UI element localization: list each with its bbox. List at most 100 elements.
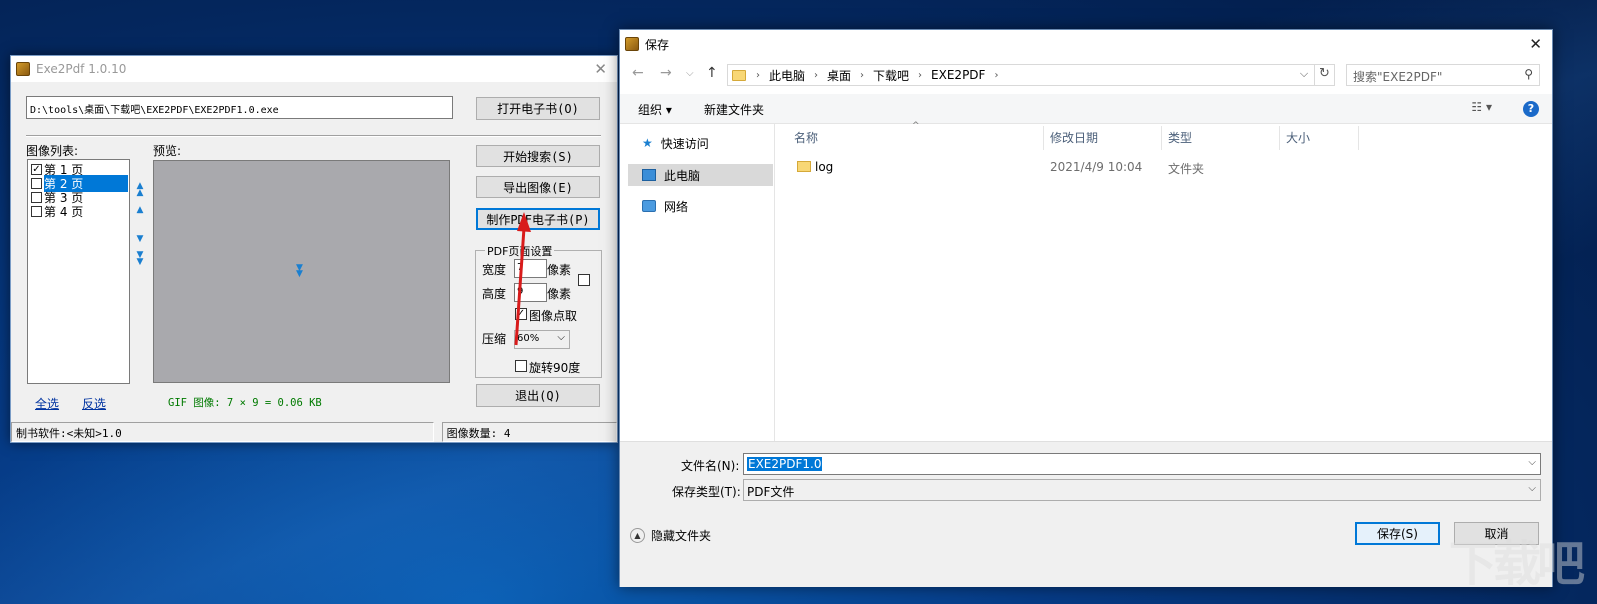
up-icon[interactable]: ↑ [706,65,718,81]
star-icon: ★ [642,136,653,150]
dialog-title: 保存 [645,37,670,52]
page-checkbox[interactable]: ✓ [31,163,42,175]
rotate-label: 旋转90度 [529,361,581,375]
column-header-size[interactable]: 大小 [1286,129,1310,149]
column-separator [1161,126,1162,150]
organize-menu[interactable]: 组织 ▾ [638,101,672,118]
new-folder-button[interactable]: 新建文件夹 [704,101,764,118]
hide-folders-label: 隐藏文件夹 [651,529,712,543]
search-input[interactable]: 搜索"EXE2PDF" ⚲ [1346,64,1540,86]
command-bar: 组织 ▾ 新建文件夹 ☷ ▾ ? [620,94,1552,124]
export-image-button[interactable]: 导出图像(E) [476,176,600,198]
breadcrumb-item[interactable]: 桌面 [827,67,851,84]
breadcrumb-item[interactable]: EXE2PDF [931,68,985,82]
nav-item-quick-access[interactable]: ★ 快速访问 [628,132,773,154]
lock-ratio-checkbox[interactable] [578,274,590,286]
network-icon [642,200,656,212]
move-bottom-icon[interactable]: ▼ ▼ [135,251,145,267]
chevron-up-icon: ▲ [630,528,645,543]
move-top-icon[interactable]: ▲ ▲ [135,182,145,198]
preview-label: 预览: [153,144,182,158]
height-unit: 像素 [547,287,572,301]
recent-chevron-icon[interactable]: ⌵ [686,68,694,79]
forward-icon[interactable]: → [660,65,672,81]
filename-value: EXE2PDF1.0 [747,457,823,471]
width-input[interactable]: 7 [514,259,547,278]
filetype-label: 保存类型(T): [672,485,741,499]
sort-ascending-icon: ^ [912,121,920,131]
app-icon [16,62,30,76]
rotate-checkbox[interactable] [515,360,527,372]
compress-select[interactable]: 60% ⌵ [514,330,570,349]
height-input[interactable]: 9 [514,283,547,302]
nav-item-network[interactable]: 网络 [628,195,773,217]
address-dropdown-icon[interactable]: ⌵ [1294,64,1314,86]
chevron-down-icon: ⌵ [557,332,565,343]
save-dialog-titlebar: 保存 ✕ [620,30,1552,58]
invert-selection-link[interactable]: 反选 [82,395,106,412]
breadcrumb-item[interactable]: 此电脑 [769,67,805,84]
preview-pane: ▼ ▼ [153,160,450,383]
close-icon[interactable]: ✕ [1529,35,1542,53]
pdf-settings-title: PDF页面设置 [485,243,555,259]
refresh-icon[interactable]: ↻ [1314,64,1334,86]
file-row[interactable]: log 2021/4/9 10:04 文件夹 [790,158,1350,178]
save-button[interactable]: 保存(S) [1355,522,1440,545]
compress-value: 60% [517,333,540,344]
image-list[interactable]: ✓ 第 1 页 第 2 页 第 3 页 第 4 页 [27,159,130,384]
breadcrumb-separator-icon: › [756,69,760,81]
ebook-path-field[interactable]: D:\tools\桌面\下载吧\EXE2PDF\EXE2PDF1.0.exe [26,96,453,119]
navigation-row: ← → ⌵ ↑ › 此电脑 › 桌面 › 下载吧 › EXE2PDF › ⌵ ↻… [620,63,1552,87]
separator [26,135,601,137]
start-search-button[interactable]: 开始搜索(S) [476,145,600,167]
nav-item-label: 网络 [664,199,689,214]
page-checkbox[interactable] [31,177,42,189]
column-separator [1279,126,1280,150]
file-type: 文件夹 [1168,162,1205,176]
app-icon [625,37,639,51]
status-software: 制书软件:<未知>1.0 [11,422,434,442]
nav-item-label: 快速访问 [660,136,709,151]
close-icon[interactable]: ✕ [594,60,607,78]
status-gap [433,422,442,442]
image-dpi-label: 图像点取 [529,309,578,323]
chevron-down-icon[interactable]: ⌵ [1528,457,1536,468]
folder-icon [732,69,746,81]
list-item[interactable]: 第 4 页 [28,204,129,219]
exe2pdf-titlebar: Exe2Pdf 1.0.10 ✕ [11,56,617,82]
page-checkbox[interactable] [31,205,42,217]
folder-icon [797,161,811,172]
navigation-pane: ★ 快速访问 此电脑 网络 [620,124,775,441]
move-down-icon[interactable]: _ ▼ [135,228,145,244]
breadcrumb-separator-icon: › [860,69,865,81]
hide-folders-toggle[interactable]: ▲ 隐藏文件夹 [630,527,711,544]
compress-label: 压缩 [482,332,507,346]
nav-item-this-pc[interactable]: 此电脑 [628,164,773,186]
address-bar[interactable]: › 此电脑 › 桌面 › 下载吧 › EXE2PDF › [727,64,1335,86]
search-icon: ⚲ [1524,67,1533,81]
filename-input[interactable]: EXE2PDF1.0 ⌵ [743,453,1541,475]
column-header-type[interactable]: 类型 [1168,129,1192,149]
breadcrumb-item[interactable]: 下载吧 [873,67,909,84]
status-bar: 制书软件:<未知>1.0 图像数量: 4 [11,422,617,442]
file-modified: 2021/4/9 10:04 [1050,160,1143,174]
move-up-icon[interactable]: ▲ ‾ [135,206,145,222]
breadcrumb-separator-icon: › [918,69,923,81]
page-checkbox[interactable] [31,191,42,203]
open-ebook-button[interactable]: 打开电子书(O) [476,97,600,120]
exit-button[interactable]: 退出(Q) [476,384,600,407]
preview-image-icon: ▼ ▼ [296,263,303,279]
column-header-name[interactable]: 名称 [794,129,818,149]
image-dpi-checkbox[interactable]: ✓ [515,308,527,320]
view-options-icon[interactable]: ☷ ▾ [1471,100,1492,114]
make-pdf-button[interactable]: 制作PDF电子书(P) [476,208,600,230]
column-header-modified[interactable]: 修改日期 [1050,129,1098,149]
back-icon[interactable]: ← [632,65,644,81]
watermark-logo: 下载吧 [1448,536,1585,592]
file-name: log [815,160,834,174]
chevron-down-icon: ⌵ [1528,483,1536,494]
select-all-link[interactable]: 全选 [35,395,59,412]
filetype-select[interactable]: PDF文件 ⌵ [743,479,1541,501]
help-icon[interactable]: ? [1523,101,1539,117]
breadcrumb-separator-icon: › [994,69,999,81]
